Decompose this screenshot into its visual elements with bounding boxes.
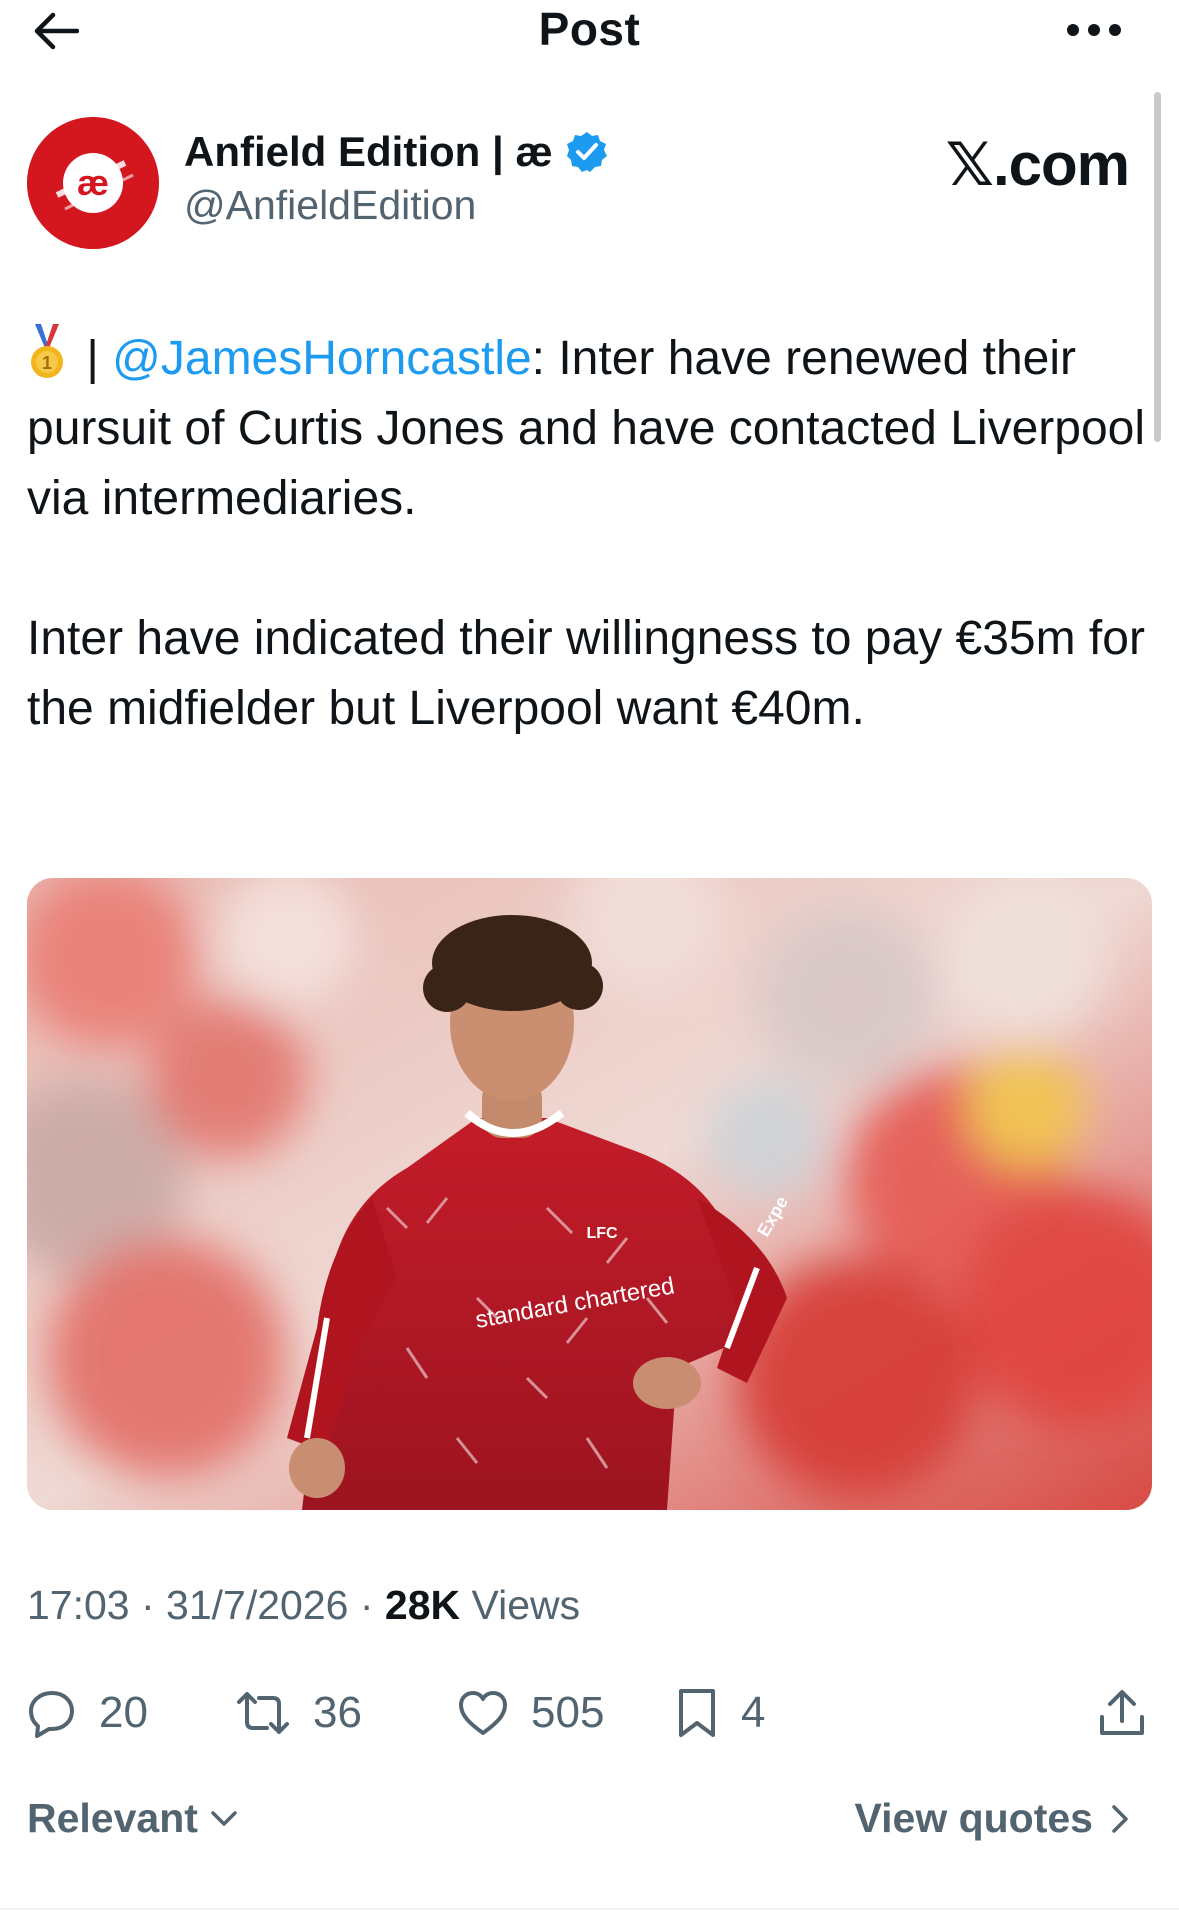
share-icon	[1100, 1690, 1144, 1735]
view-quotes-label: View quotes	[854, 1795, 1093, 1841]
divider	[0, 1908, 1179, 1910]
repost-button[interactable]: 36	[235, 1678, 362, 1748]
avatar-logo: æ	[27, 117, 159, 249]
tweet-media-image[interactable]: LFC standard chartered Expe	[27, 878, 1152, 1510]
more-options-button[interactable]	[1059, 8, 1129, 52]
top-bar: Post	[0, 0, 1179, 70]
repost-count: 36	[313, 1688, 362, 1737]
views-count[interactable]: 28K	[385, 1582, 460, 1628]
avatar[interactable]: æ	[27, 117, 159, 249]
avatar-text: æ	[77, 162, 109, 203]
tweet-paragraph-2: Inter have indicated their willingness t…	[27, 612, 1145, 735]
chevron-right-icon	[1112, 1804, 1128, 1833]
source-watermark: 𝕏.com	[945, 131, 1130, 198]
reply-icon	[29, 1691, 74, 1738]
sort-label: Relevant	[27, 1795, 198, 1841]
bookmark-count: 4	[741, 1688, 766, 1737]
tweet-separator: |	[73, 332, 113, 385]
crest-text: LFC	[586, 1225, 618, 1242]
chevron-down-icon	[211, 1810, 237, 1826]
mention-link[interactable]: @JamesHorncastle	[112, 332, 532, 385]
replies-toolbar: Relevant View quotes	[0, 1795, 1179, 1875]
author-handle[interactable]: @AnfieldEdition	[184, 182, 609, 229]
reply-button[interactable]: 20	[27, 1678, 148, 1748]
page-title: Post	[538, 3, 641, 55]
tweet-meta: 17:03 · 31/7/2026 · 28K Views	[27, 1582, 581, 1628]
view-quotes-link[interactable]: View quotes	[855, 1795, 1129, 1842]
heart-icon	[459, 1691, 507, 1735]
action-bar: 20 36 505 4	[27, 1678, 1152, 1748]
svg-text:1: 1	[42, 353, 52, 373]
verified-badge-icon	[566, 132, 607, 172]
tweet-time: 17:03	[27, 1582, 130, 1628]
bookmark-button[interactable]: 4	[675, 1678, 765, 1748]
share-button[interactable]	[1097, 1678, 1147, 1748]
views-label[interactable]: Views	[472, 1582, 581, 1628]
bookmark-icon	[679, 1689, 715, 1737]
tweet-date: 31/7/2026	[166, 1582, 349, 1628]
like-count: 505	[531, 1688, 605, 1737]
more-horizontal-icon	[1067, 24, 1121, 36]
gold-medal-icon: 1	[31, 324, 63, 378]
tweet-text: 1 | @JamesHorncastle: Inter have renewed…	[27, 322, 1157, 744]
reply-count: 20	[99, 1688, 148, 1737]
like-button[interactable]: 505	[457, 1678, 604, 1748]
author-block: Anfield Edition | æ @AnfieldEdition	[184, 128, 609, 229]
sort-replies-dropdown[interactable]: Relevant	[27, 1795, 238, 1842]
player-photo: LFC standard chartered Expe	[27, 878, 1152, 1510]
author-display-name[interactable]: Anfield Edition | æ	[184, 128, 553, 176]
repost-icon	[237, 1692, 289, 1734]
